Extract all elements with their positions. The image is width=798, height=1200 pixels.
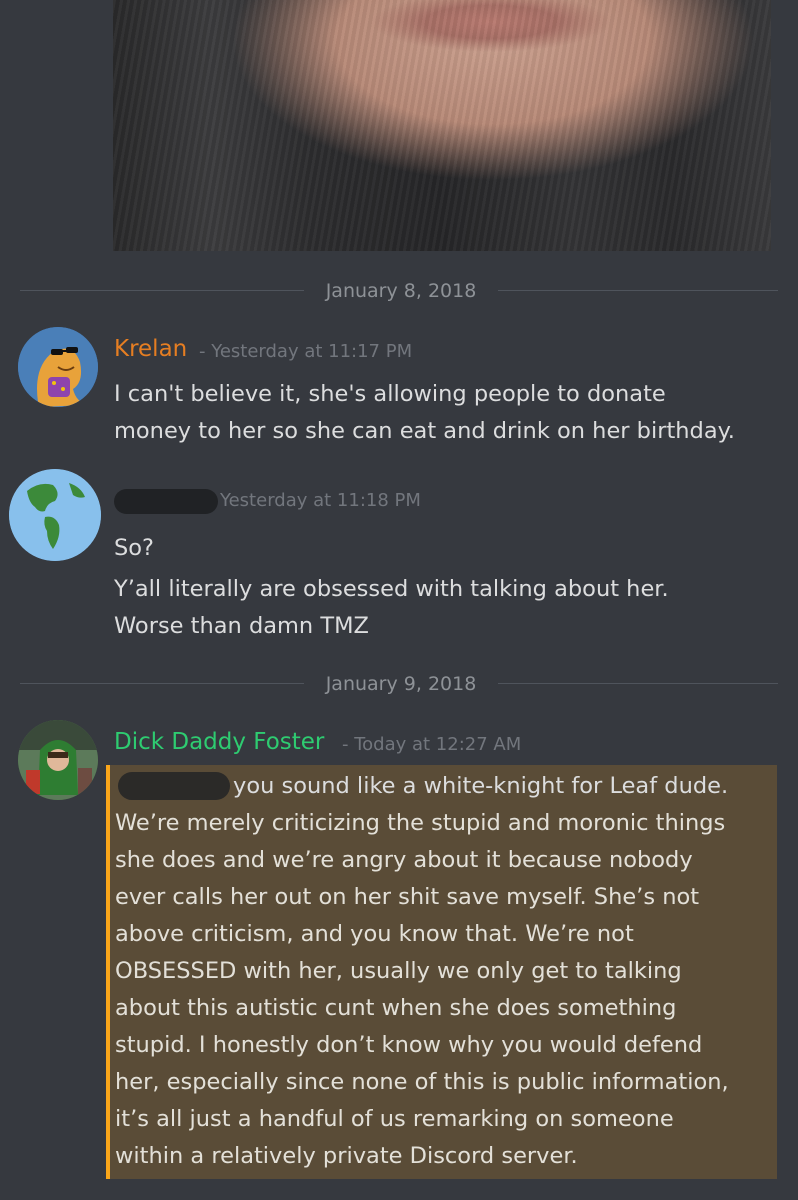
redacted-mention [118,772,230,800]
message-line: ever calls her out on her shit save myse… [115,884,700,910]
message-line: about this autistic cunt when she does s… [115,995,677,1021]
divider-line [20,290,304,291]
message-line: Worse than damn TMZ [114,613,369,639]
slug-character-avatar-icon [18,327,98,407]
message-author[interactable]: Krelan [114,334,187,364]
date-divider: January 8, 2018 [20,279,778,303]
avatar[interactable] [9,469,101,561]
message-line: I can't believe it, she's allowing peopl… [114,381,666,407]
message-content: So? [114,530,154,567]
divider-line [20,683,304,684]
message-timestamp: Yesterday at 11:18 PM [220,490,421,511]
message-timestamp: - Yesterday at 11:17 PM [199,341,413,362]
earth-globe-avatar-icon [9,469,101,561]
message-content: We’re merely criticizing the stupid and … [115,805,729,1175]
date-divider: January 9, 2018 [20,672,778,696]
message-author[interactable]: Dick Daddy Foster [114,727,324,757]
cartoon-character-avatar-icon [18,720,98,800]
message-line: within a relatively private Discord serv… [115,1143,578,1169]
author-name[interactable]: Dick Daddy Foster [114,729,324,755]
avatar[interactable] [18,720,98,800]
author-name[interactable]: Krelan [114,336,187,362]
message-line: she does and we’re angry about it becaus… [115,847,693,873]
redacted-username [114,489,218,514]
divider-line [498,290,778,291]
message-content: Y’all literally are obsessed with talkin… [114,571,669,645]
date-divider-label: January 9, 2018 [325,673,477,695]
message-line: you sound like a white-knight for Leaf d… [233,773,729,799]
message-line: So? [114,535,154,561]
message-line: it’s all just a handful of us remarking … [115,1106,674,1132]
message-content: you sound like a white-knight for Leaf d… [233,768,728,805]
message-line: stupid. I honestly don’t know why you wo… [115,1032,703,1058]
message-line: her, especially since none of this is pu… [115,1069,729,1095]
message-line: above criticism, and you know that. We’r… [115,921,634,947]
image-texture [113,0,771,251]
message-timestamp: - Today at 12:27 AM [342,734,522,755]
message-line: Y’all literally are obsessed with talkin… [114,576,669,602]
message-line: We’re merely criticizing the stupid and … [115,810,726,836]
date-divider-label: January 8, 2018 [325,280,477,302]
image-attachment[interactable] [113,0,771,251]
message-content: I can't believe it, she's allowing peopl… [114,376,735,450]
avatar[interactable] [18,327,98,407]
divider-line [498,683,778,684]
message-line: OBSESSED with her, usually we only get t… [115,958,682,984]
message-line: money to her so she can eat and drink on… [114,418,735,444]
